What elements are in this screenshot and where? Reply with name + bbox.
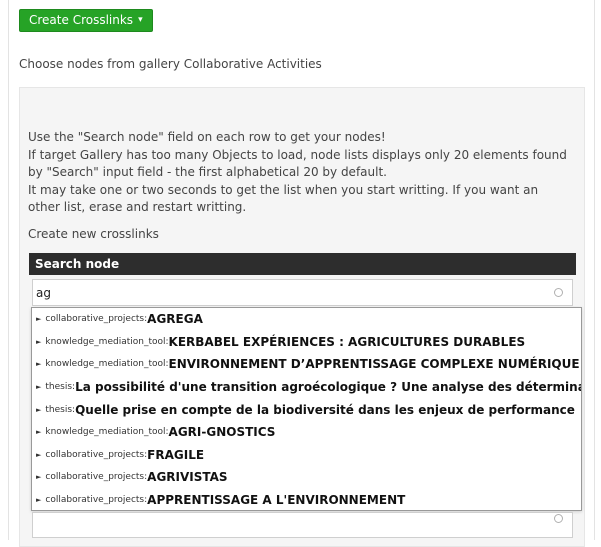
- result-option[interactable]: ► collaborative_projects: APPRENTISSAGE …: [32, 489, 581, 510]
- create-new-crosslinks-label: Create new crosslinks: [28, 227, 159, 241]
- result-gallery-prefix: knowledge_mediation_tool:: [45, 359, 169, 370]
- help-text: Use the "Search node" field on each row …: [28, 129, 580, 217]
- result-option[interactable]: ► collaborative_projects: AGRIVISTAS: [32, 466, 581, 489]
- result-node-name: FRAGILE: [147, 447, 205, 462]
- bullet-icon: ►: [36, 428, 42, 437]
- result-option[interactable]: ► knowledge_mediation_tool: KERBABEL EXP…: [32, 331, 581, 354]
- bullet-icon: ►: [36, 496, 42, 505]
- help-line: If target Gallery has too many Objects t…: [28, 147, 567, 162]
- result-gallery-prefix: collaborative_projects:: [45, 472, 148, 483]
- bullet-icon: ►: [36, 383, 42, 392]
- search-results-dropdown[interactable]: ► collaborative_projects: AGREGA ► knowl…: [31, 307, 582, 511]
- result-node-name: AGRIVISTAS: [147, 470, 228, 485]
- bullet-icon: ►: [36, 360, 42, 369]
- result-gallery-prefix: thesis:: [45, 404, 76, 415]
- help-line: by "Search" input field - the first alph…: [28, 165, 387, 180]
- caret-down-icon: ▾: [138, 15, 143, 25]
- result-option[interactable]: ► thesis: Quelle prise en compte de la b…: [32, 398, 581, 421]
- result-option[interactable]: ► collaborative_projects: AGREGA: [32, 308, 581, 331]
- help-line: other list, erase and restart writting.: [28, 200, 247, 215]
- result-gallery-prefix: collaborative_projects:: [45, 495, 148, 506]
- search-node-header: Search node: [29, 253, 576, 275]
- result-gallery-prefix: collaborative_projects:: [45, 449, 148, 460]
- result-node-name: La possibilité d'une transition agroécol…: [75, 380, 582, 395]
- bullet-icon: ►: [36, 473, 42, 482]
- result-gallery-prefix: collaborative_projects:: [45, 314, 148, 325]
- bullet-icon: ►: [36, 315, 42, 324]
- second-search-node-field[interactable]: [32, 512, 573, 538]
- result-node-name: AGRI-GNOSTICS: [168, 425, 276, 440]
- bullet-icon: ►: [36, 450, 42, 459]
- result-node-name: APPRENTISSAGE A L'ENVIRONNEMENT: [147, 493, 406, 508]
- result-option[interactable]: ► knowledge_mediation_tool: ENVIRONNEMEN…: [32, 353, 581, 376]
- result-option[interactable]: ► thesis: La possibilité d'une transitio…: [32, 376, 581, 399]
- help-line: Use the "Search node" field on each row …: [28, 130, 386, 144]
- bullet-icon: ►: [36, 337, 42, 346]
- result-option[interactable]: ► collaborative_projects: FRAGILE: [32, 444, 581, 467]
- help-line: It may take one or two seconds to get th…: [28, 182, 539, 197]
- bullet-icon: ►: [36, 405, 42, 414]
- clear-search-icon[interactable]: [554, 288, 563, 297]
- result-node-name: Quelle prise en compte de la biodiversit…: [75, 402, 575, 417]
- result-gallery-prefix: knowledge_mediation_tool:: [45, 427, 169, 438]
- search-node-field[interactable]: [32, 279, 573, 306]
- result-gallery-prefix: thesis:: [45, 382, 76, 393]
- result-gallery-prefix: knowledge_mediation_tool:: [45, 336, 169, 347]
- result-node-name: KERBABEL EXPÉRIENCES : AGRICULTURES DURA…: [168, 334, 526, 349]
- choose-nodes-text: Choose nodes from gallery Collaborative …: [19, 57, 322, 71]
- result-node-name: AGREGA: [147, 312, 203, 327]
- create-crosslinks-label: Create Crosslinks: [29, 13, 134, 27]
- result-node-name: ENVIRONNEMENT D’APPRENTISSAGE COMPLEXE N…: [168, 357, 580, 372]
- clear-search-icon[interactable]: [554, 514, 563, 523]
- search-node-input[interactable]: [36, 281, 536, 304]
- create-crosslinks-button[interactable]: Create Crosslinks ▾: [19, 9, 153, 32]
- result-option[interactable]: ► knowledge_mediation_tool: AGRI-GNOSTIC…: [32, 421, 581, 444]
